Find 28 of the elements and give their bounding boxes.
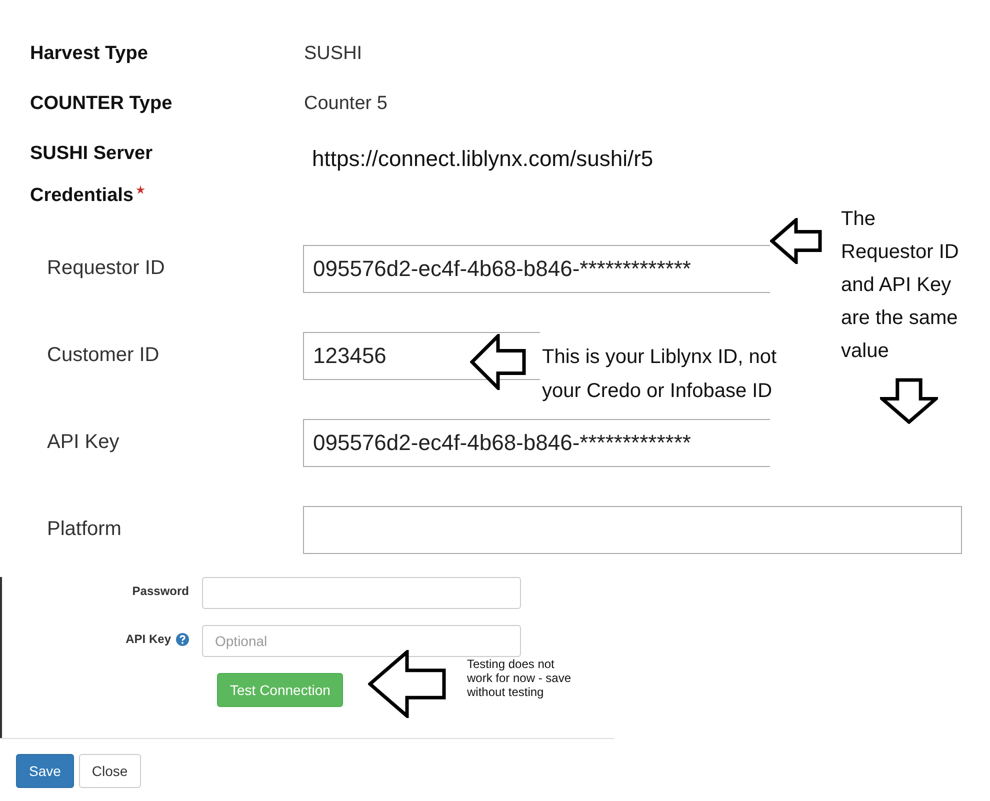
field-label: Requestor ID	[47, 257, 166, 280]
field-label: Platform	[47, 518, 122, 541]
input-field[interactable]: 095576d2-ec4f-4b68-b846-*************	[303, 244, 770, 292]
field-label: API Key	[126, 632, 171, 646]
field-label: Password	[132, 584, 189, 598]
input-field[interactable]: Optional	[202, 625, 521, 657]
left-arrow-icon	[470, 334, 526, 390]
input-field[interactable]	[303, 506, 962, 554]
annotation-text: The Requestor ID and API Key are the same value	[841, 207, 960, 364]
field-value: https://connect.liblynx.com/sushi/r5	[312, 146, 654, 172]
input-field[interactable]	[202, 577, 521, 609]
field-label: API Key	[47, 431, 120, 454]
save-button[interactable]: Save	[16, 754, 74, 788]
field-label: SUSHI Server	[30, 143, 154, 165]
left-arrow-icon	[368, 650, 446, 718]
field-label: COUNTER Type	[30, 93, 174, 115]
input-field[interactable]: 095576d2-ec4f-4b68-b846-*************	[303, 418, 770, 466]
field-value: Counter 5	[304, 93, 388, 115]
close-button[interactable]: Close	[78, 754, 141, 788]
section-label: Credentials	[30, 185, 134, 207]
annotation-text: Testing does not work for now - save without testing	[467, 657, 572, 699]
down-arrow-icon	[880, 378, 938, 424]
field-label: Harvest Type	[30, 43, 149, 65]
annotation-text: This is your Liblynx ID, not your Credo or Infobase ID	[542, 345, 778, 404]
help-icon[interactable]	[176, 632, 189, 646]
left-arrow-icon	[770, 218, 822, 264]
field-value: SUSHI	[304, 43, 362, 65]
field-label: Customer ID	[47, 344, 160, 367]
